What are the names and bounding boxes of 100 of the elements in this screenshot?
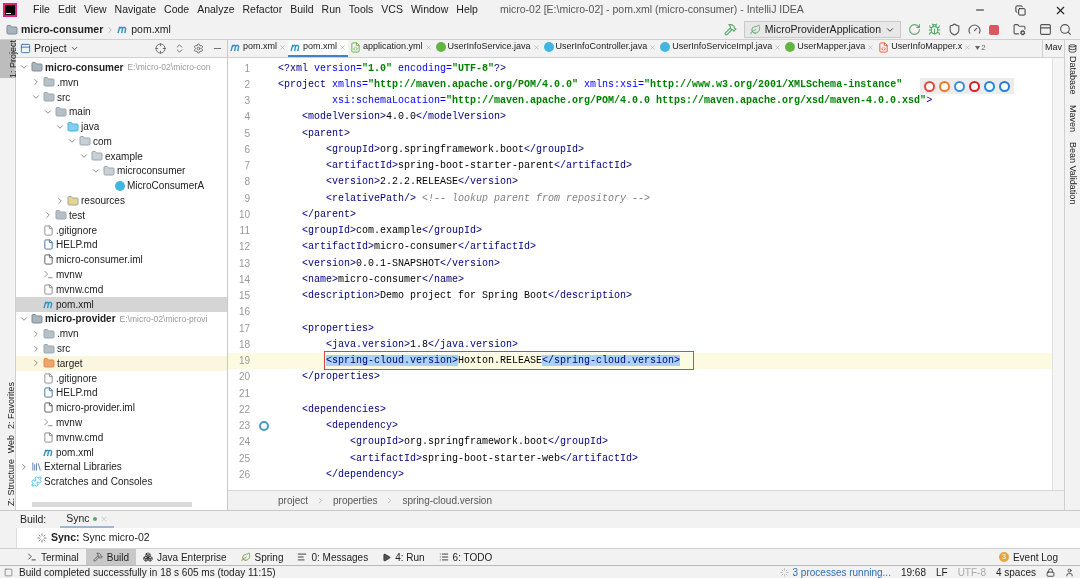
menu-item[interactable]: Build <box>286 2 318 18</box>
menu-item[interactable]: Tools <box>344 2 378 18</box>
tab-overflow-count[interactable]: 2 <box>973 40 988 57</box>
tool-window-tab[interactable]: Bean Validation <box>1063 141 1080 204</box>
editor-tab[interactable]: UserInfoController.java <box>541 40 659 57</box>
close-tab-icon[interactable] <box>964 43 972 51</box>
menu-item[interactable]: Code <box>160 2 194 18</box>
locate-icon[interactable] <box>155 43 166 54</box>
tool-window-tab[interactable]: Z: Structure <box>0 459 15 506</box>
browser-icon[interactable] <box>954 80 965 92</box>
menu-item[interactable]: Analyze <box>193 2 239 18</box>
run-config-dropdown[interactable]: MicroProviderApplication <box>743 21 901 38</box>
tree-item[interactable]: micro-provider E:\micro-02\micro-provi <box>16 311 227 327</box>
menu-item[interactable]: Run <box>317 2 345 18</box>
tree-item[interactable]: java <box>16 119 227 134</box>
project-structure-icon[interactable] <box>1013 23 1026 36</box>
tree-item[interactable]: mvnw <box>16 267 227 282</box>
tree-item[interactable]: .gitignore <box>16 370 227 386</box>
horizontal-scrollbar[interactable] <box>32 502 192 507</box>
menu-item[interactable]: Help <box>452 2 482 18</box>
tool-window-button[interactable]: Java Enterprise <box>136 548 234 566</box>
tree-item[interactable]: mvnw.cmd <box>16 429 227 445</box>
nav-crumb[interactable]: pom.xml <box>117 21 171 38</box>
tree-item[interactable]: mvnw.cmd <box>16 281 227 297</box>
browser-icon[interactable] <box>969 80 980 92</box>
processes-link[interactable]: 3 processes running... <box>792 564 891 578</box>
debug-icon[interactable] <box>928 23 941 36</box>
menu-item[interactable]: Edit <box>53 2 80 18</box>
caret-position[interactable]: 19:68 <box>900 564 926 578</box>
tool-window-button[interactable]: Spring <box>233 548 291 566</box>
tool-window-tab[interactable]: Web <box>0 434 15 453</box>
indent-setting[interactable]: 4 spaces <box>995 564 1036 578</box>
tool-window-button[interactable]: 6: TODO <box>431 548 500 566</box>
tree-item[interactable]: Scratches and Consoles <box>16 474 227 490</box>
line-separator[interactable]: LF <box>935 564 948 578</box>
close-tab-icon[interactable] <box>99 514 108 523</box>
menu-item[interactable]: Refactor <box>238 2 287 18</box>
tree-item[interactable]: test <box>16 207 227 223</box>
tool-window-tab[interactable]: Maven <box>1063 104 1080 132</box>
person-icon[interactable] <box>1065 567 1074 577</box>
gutter-marker-icon[interactable] <box>259 420 269 431</box>
settings-icon[interactable] <box>193 43 204 54</box>
tree-item[interactable]: HELP.md <box>16 237 227 253</box>
tree-item[interactable]: com <box>16 134 227 149</box>
side-tab[interactable]: Mav <box>1042 40 1064 57</box>
editor-tab[interactable]: pom.xml <box>228 40 288 57</box>
tree-item[interactable]: main <box>16 104 227 120</box>
tree-item[interactable]: pom.xml <box>16 296 227 312</box>
tree-item[interactable]: example <box>16 148 227 164</box>
tree-item[interactable]: src <box>16 89 227 105</box>
tree-item[interactable]: micro-consumer E:\micro-02\micro-con <box>16 60 227 75</box>
tree-item[interactable]: External Libraries <box>16 459 227 475</box>
close-tab-icon[interactable] <box>867 43 875 51</box>
stop-icon[interactable] <box>988 23 1000 36</box>
tool-window-tab[interactable]: 2: Favorites <box>0 381 15 429</box>
rerun-icon[interactable] <box>908 23 921 36</box>
tool-window-button[interactable]: 4: Run <box>375 548 432 566</box>
nav-crumb[interactable]: micro-consumer <box>6 21 104 38</box>
menu-item[interactable]: Window <box>406 2 453 18</box>
tree-item[interactable]: .mvn <box>16 74 227 90</box>
lock-icon[interactable] <box>1046 567 1055 577</box>
tree-item[interactable]: src <box>16 341 227 356</box>
coverage-icon[interactable] <box>948 23 961 36</box>
tree-item[interactable]: micro-consumer.iml <box>16 252 227 268</box>
tree-item[interactable]: target <box>16 355 227 371</box>
close-tab-icon[interactable] <box>649 43 657 51</box>
profile-icon[interactable] <box>968 23 981 36</box>
editor-tab[interactable]: pom.xml <box>288 40 349 57</box>
editor-tab[interactable]: UserInfoServiceImpl.java <box>658 40 784 57</box>
editor-tab[interactable]: application.yml <box>348 40 434 57</box>
window-icon[interactable] <box>1039 23 1052 36</box>
build-icon[interactable] <box>723 23 737 36</box>
breadcrumb[interactable]: spring-cloud.version <box>402 493 492 508</box>
tool-window-button[interactable]: 0: Messages <box>290 548 376 566</box>
tree-item[interactable]: mvnw <box>16 415 227 430</box>
close-tab-icon[interactable] <box>532 43 540 51</box>
close-tab-icon[interactable] <box>339 43 347 51</box>
tree-item[interactable]: resources <box>16 193 227 208</box>
browser-icon[interactable] <box>939 80 950 92</box>
tree-item[interactable]: .gitignore <box>16 222 227 238</box>
status-toggle-icon[interactable] <box>4 567 13 577</box>
tool-window-button[interactable]: Build <box>85 548 137 566</box>
editor-tab[interactable]: UserInfoService.java <box>433 40 542 57</box>
tool-window-button[interactable]: Terminal <box>20 548 86 566</box>
browser-icon[interactable] <box>999 80 1010 92</box>
browser-icon[interactable] <box>984 80 995 92</box>
menu-item[interactable]: VCS <box>377 2 407 18</box>
menu-item[interactable]: File <box>29 2 54 18</box>
tree-item[interactable]: micro-provider.iml <box>16 400 227 416</box>
tree-item[interactable]: HELP.md <box>16 385 227 401</box>
tree-item[interactable]: microconsumer <box>16 163 227 179</box>
search-icon[interactable] <box>1059 23 1072 36</box>
close-tab-icon[interactable] <box>279 43 286 51</box>
tree-item[interactable]: .mvn <box>16 326 227 342</box>
breadcrumb[interactable]: properties <box>333 493 378 508</box>
tree-item[interactable]: MicroConsumerA <box>16 178 227 194</box>
menu-item[interactable]: View <box>80 2 111 18</box>
close-tab-icon[interactable] <box>424 43 432 51</box>
vertical-scrollbar[interactable] <box>1052 58 1064 490</box>
collapse-all-icon[interactable] <box>174 43 185 54</box>
